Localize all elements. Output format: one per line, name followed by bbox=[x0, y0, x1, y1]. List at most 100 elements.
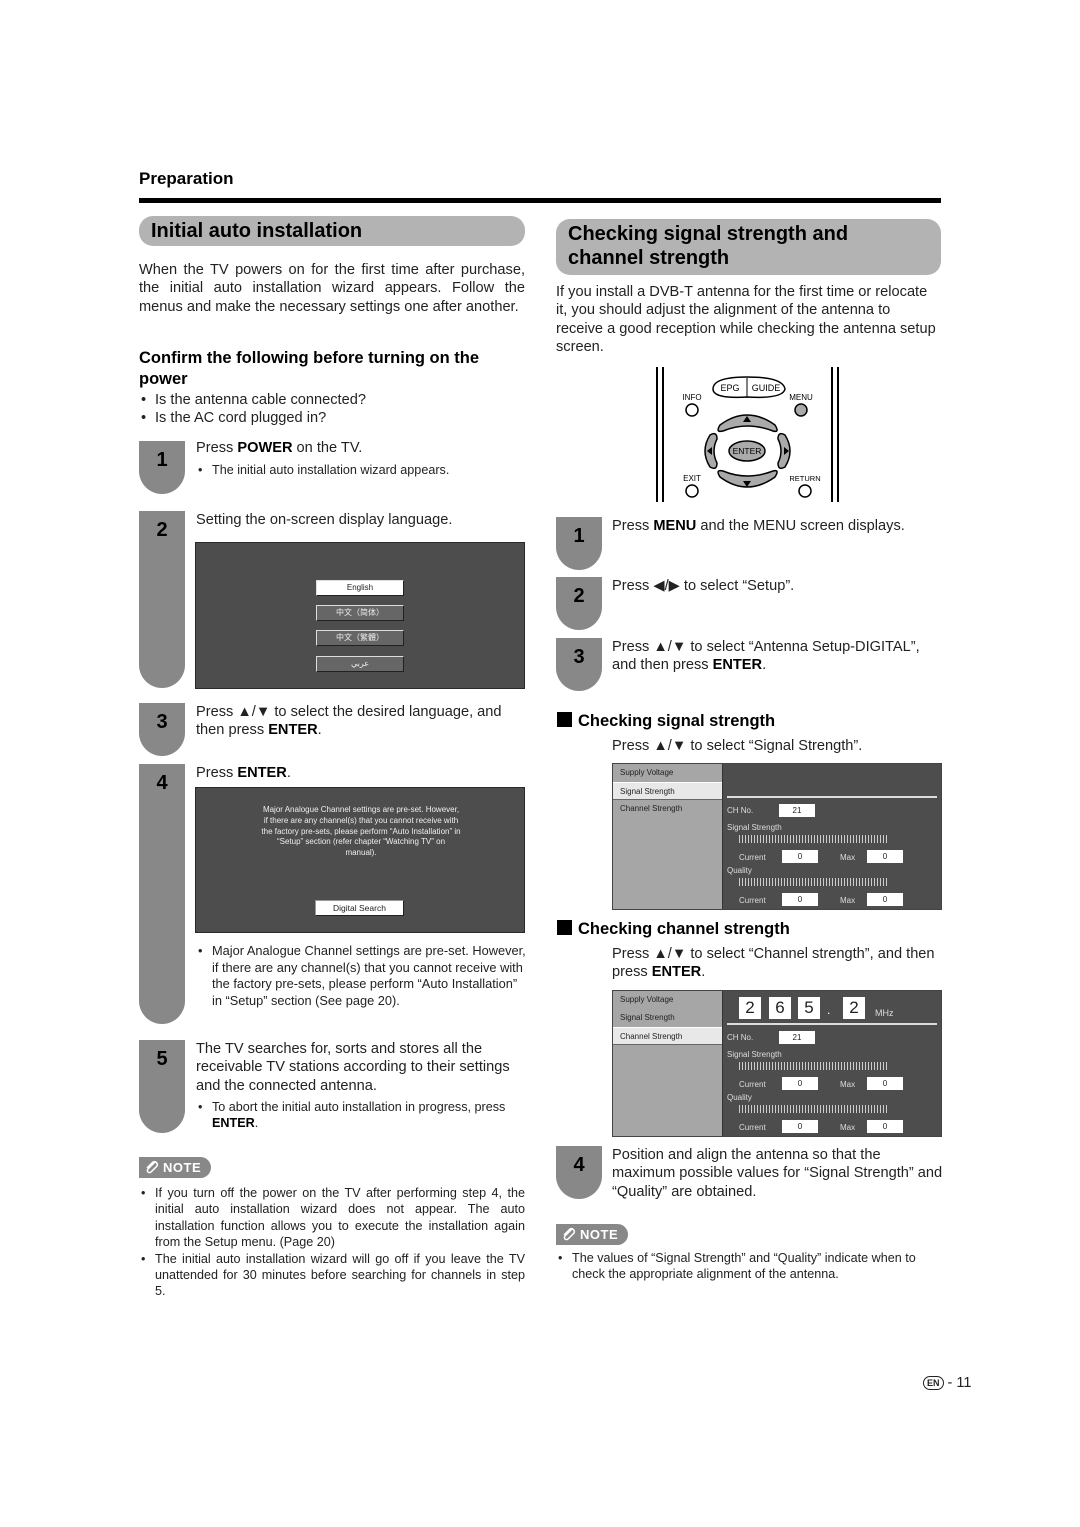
svg-text:EPG: EPG bbox=[720, 383, 739, 393]
frequency-unit: MHz bbox=[875, 1008, 894, 1018]
language-option-english[interactable]: English bbox=[316, 580, 404, 596]
step-5-text: The TV searches for, sorts and stores al… bbox=[196, 1041, 510, 1094]
svg-text:INFO: INFO bbox=[682, 393, 701, 402]
left-notes: If you turn off the power on the TV afte… bbox=[139, 1185, 525, 1300]
step-badge-2: 2 bbox=[139, 511, 185, 688]
language-option-chinese-simplified[interactable]: 中文（简体） bbox=[316, 605, 404, 621]
paperclip-icon bbox=[563, 1227, 576, 1241]
menu-sidebar: Supply Voltage Signal Strength Channel S… bbox=[613, 764, 723, 909]
signal-current-label: Current bbox=[739, 1080, 766, 1089]
step-4-bullets: Major Analogue Channel settings are pre-… bbox=[196, 943, 528, 1009]
channel-strength-heading: Checking channel strength bbox=[557, 919, 790, 940]
step-r1-text: Press MENU and the MENU screen displays. bbox=[612, 518, 905, 534]
signal-strength-label: Signal Strength bbox=[727, 1050, 782, 1059]
confirm-item: Is the AC cord plugged in? bbox=[139, 409, 529, 428]
menu-item-signal-strength[interactable]: Signal Strength bbox=[613, 1009, 722, 1027]
section-label: Preparation bbox=[139, 169, 234, 188]
quality-current-label: Current bbox=[739, 1123, 766, 1132]
signal-strength-meter bbox=[739, 835, 889, 843]
step-4-text: Press ENTER. bbox=[196, 765, 291, 781]
confirm-heading: Confirm the following before turning on … bbox=[139, 349, 480, 388]
svg-text:GUIDE: GUIDE bbox=[752, 383, 781, 393]
note-item: If you turn off the power on the TV afte… bbox=[139, 1185, 525, 1251]
language-option-chinese-traditional[interactable]: 中文（繁體） bbox=[316, 630, 404, 646]
quality-max-value: 0 bbox=[867, 1120, 903, 1133]
svg-text:EXIT: EXIT bbox=[683, 474, 701, 483]
signal-max-value: 0 bbox=[867, 850, 903, 863]
signal-strength-meter bbox=[739, 1062, 889, 1070]
menu-item-channel-strength[interactable]: Channel Strength bbox=[613, 800, 722, 818]
quality-label: Quality bbox=[727, 1093, 752, 1102]
ch-no-value: 21 bbox=[779, 1031, 815, 1044]
note-item: The initial auto installation wizard wil… bbox=[139, 1251, 525, 1300]
panel-divider bbox=[727, 796, 937, 798]
quality-current-value: 0 bbox=[782, 893, 818, 906]
svg-text:ENTER: ENTER bbox=[733, 446, 762, 456]
confirm-item: Is the antenna cable connected? bbox=[139, 391, 529, 410]
menu-item-channel-strength[interactable]: Channel Strength bbox=[613, 1027, 722, 1045]
header-rule bbox=[139, 198, 941, 203]
square-bullet-icon bbox=[557, 920, 572, 935]
right-notes: The values of “Signal Strength” and “Qua… bbox=[556, 1250, 946, 1283]
quality-current-label: Current bbox=[739, 896, 766, 905]
signal-max-label: Max bbox=[840, 853, 856, 862]
step-3-text: Press ▲/▼ to select the desired language… bbox=[196, 704, 502, 739]
step-badge-1: 1 bbox=[139, 441, 185, 494]
signal-check-intro: If you install a DVB-T antenna for the f… bbox=[556, 284, 936, 355]
note-badge-right: NOTE bbox=[556, 1224, 628, 1245]
remote-control-illustration: EPG GUIDE INFO MENU ENTER EXIT RETURN bbox=[655, 367, 840, 502]
step-1-text: Press POWER on the TV. bbox=[196, 440, 363, 456]
menu-sidebar: Supply Voltage Signal Strength Channel S… bbox=[613, 991, 723, 1136]
signal-max-label: Max bbox=[840, 1080, 856, 1089]
signal-check-title: Checking signal strength and channel str… bbox=[556, 219, 941, 275]
note-badge-left: NOTE bbox=[139, 1157, 211, 1178]
ch-no-label: CH No. bbox=[727, 1033, 754, 1042]
quality-max-label: Max bbox=[840, 1123, 856, 1132]
ch-no-value: 21 bbox=[779, 804, 815, 817]
menu-panel: 2 6 5 . 2 MHz CH No. 21 Signal Strength … bbox=[723, 991, 941, 1136]
step-note: To abort the initial auto installation i… bbox=[196, 1099, 528, 1132]
step-5-bullets: To abort the initial auto installation i… bbox=[196, 1099, 528, 1132]
ch-no-label: CH No. bbox=[727, 806, 754, 815]
quality-label: Quality bbox=[727, 866, 752, 875]
step-badge-3: 3 bbox=[139, 703, 185, 756]
channel-strength-menu: Supply Voltage Signal Strength Channel S… bbox=[612, 990, 942, 1137]
signal-current-value: 0 bbox=[782, 850, 818, 863]
quality-max-value: 0 bbox=[867, 893, 903, 906]
remote-buttons-icon: EPG GUIDE INFO MENU ENTER EXIT RETURN bbox=[656, 367, 839, 502]
initial-install-intro: When the TV powers on for the first time… bbox=[139, 262, 525, 315]
panel-divider bbox=[727, 1023, 937, 1025]
step-badge-5: 5 bbox=[139, 1040, 185, 1133]
note-item: The values of “Signal Strength” and “Qua… bbox=[556, 1250, 946, 1283]
signal-strength-label: Signal Strength bbox=[727, 823, 782, 832]
quality-meter bbox=[739, 878, 889, 886]
en-language-icon: EN bbox=[923, 1376, 944, 1390]
frequency-digit: 2 bbox=[843, 997, 865, 1019]
menu-item-supply-voltage[interactable]: Supply Voltage bbox=[613, 991, 722, 1009]
step-note: Major Analogue Channel settings are pre-… bbox=[196, 943, 528, 1009]
menu-panel: CH No. 21 Signal Strength Current 0 Max … bbox=[723, 764, 941, 909]
language-select-screen: English 中文（简体） 中文（繁體） عربي bbox=[195, 542, 525, 689]
frequency-digit: 5 bbox=[798, 997, 820, 1019]
frequency-dot: . bbox=[827, 1003, 831, 1017]
step-r3-text: Press ▲/▼ to select “Antenna Setup-DIGIT… bbox=[612, 639, 920, 674]
square-bullet-icon bbox=[557, 712, 572, 727]
preset-message: Major Analogue Channel settings are pre-… bbox=[261, 805, 461, 858]
initial-install-title: Initial auto installation bbox=[139, 216, 525, 246]
step-badge-r1: 1 bbox=[556, 517, 602, 570]
signal-strength-menu: Supply Voltage Signal Strength Channel S… bbox=[612, 763, 942, 910]
menu-item-supply-voltage[interactable]: Supply Voltage bbox=[613, 764, 722, 782]
menu-item-signal-strength[interactable]: Signal Strength bbox=[613, 782, 722, 800]
step-r4-text: Position and align the antenna so that t… bbox=[612, 1147, 943, 1200]
signal-strength-instruction: Press ▲/▼ to select “Signal Strength”. bbox=[612, 738, 863, 754]
quality-current-value: 0 bbox=[782, 1120, 818, 1133]
language-option-arabic[interactable]: عربي bbox=[316, 656, 404, 672]
quality-meter bbox=[739, 1105, 889, 1113]
step-badge-r3: 3 bbox=[556, 638, 602, 691]
digital-search-button[interactable]: Digital Search bbox=[315, 900, 404, 916]
preset-message-screen: Major Analogue Channel settings are pre-… bbox=[195, 787, 525, 933]
step-badge-r4: 4 bbox=[556, 1146, 602, 1199]
signal-strength-heading: Checking signal strength bbox=[557, 711, 775, 732]
step-badge-r2: 2 bbox=[556, 577, 602, 630]
step-note: The initial auto installation wizard app… bbox=[196, 462, 526, 479]
